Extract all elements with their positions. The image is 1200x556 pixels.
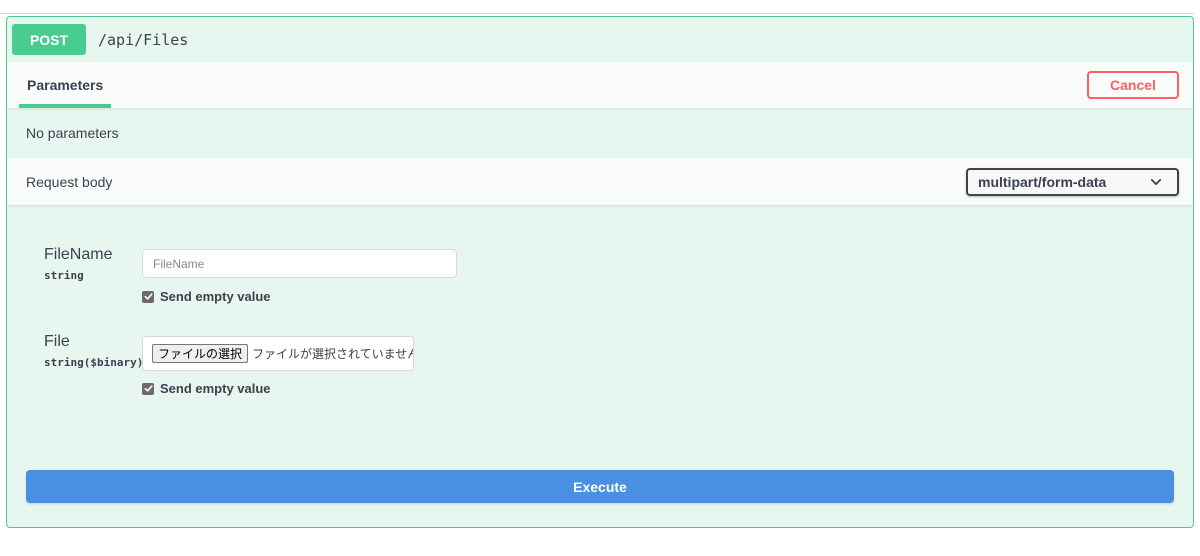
operation-summary[interactable]: POST /api/Files [7,17,1193,62]
content-type-select[interactable]: multipart/form-data [966,167,1179,196]
checkmark-icon [144,293,153,300]
request-body-fields: FileName string Send empty value File st… [7,205,1193,525]
send-empty-label: Send empty value [160,381,271,396]
no-parameters-text: No parameters [26,125,119,141]
field-label-file: File string($binary) [44,333,143,369]
filename-input[interactable] [142,249,457,278]
choose-file-button[interactable]: ファイルの選択 [152,344,249,363]
field-label-filename: FileName string [44,246,112,282]
content-type-value: multipart/form-data [978,173,1107,190]
no-file-selected-text: ファイルが選択されていません [252,347,414,361]
parameter-name: File [44,333,70,350]
checkbox[interactable] [142,290,154,303]
execute-button[interactable]: Execute [26,470,1174,503]
parameter-type: string($binary) [44,356,144,369]
parameter-type: string [44,269,84,282]
send-empty-label: Send empty value [160,289,271,304]
method-badge: POST [12,24,86,55]
request-body-header: Request body multipart/form-data [7,158,1193,205]
send-empty-filename[interactable]: Send empty value [142,289,271,304]
operation-block-post: POST /api/Files Parameters Cancel No par… [6,16,1194,528]
operation-path: /api/Files [98,30,189,49]
request-body-label: Request body [26,173,113,190]
send-empty-file[interactable]: Send empty value [142,381,271,396]
checkmark-icon [144,385,153,392]
parameter-name: FileName [44,246,113,263]
checkbox[interactable] [142,382,154,395]
cancel-button[interactable]: Cancel [1087,71,1179,99]
file-input[interactable]: ファイルの選択 ファイルが選択されていません [142,336,414,371]
tab-parameters[interactable]: Parameters [19,62,112,108]
top-divider [0,13,1194,14]
chevron-down-icon [1150,178,1162,185]
parameters-header: Parameters Cancel [7,62,1193,108]
